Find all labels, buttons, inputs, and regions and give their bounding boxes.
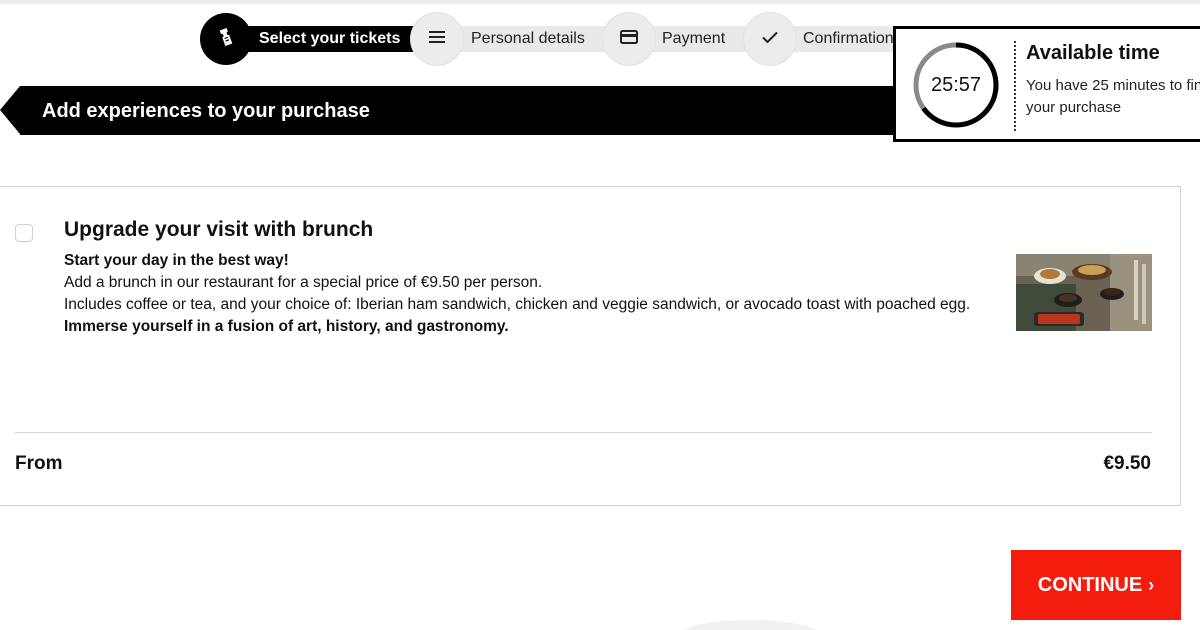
- continue-label: CONTINUE: [1037, 573, 1143, 596]
- product-tagline: Start your day in the best way!: [64, 252, 289, 269]
- ticket-icon: [215, 26, 237, 53]
- countdown-value: 25:57: [930, 73, 982, 96]
- step-label-select-tickets: Select your tickets: [259, 30, 401, 47]
- step-label-confirmation: Confirmation: [803, 30, 894, 47]
- section-title: Add experiences to your purchase: [42, 100, 370, 122]
- product-description-line-2: Includes coffee or tea, and your choice …: [64, 296, 971, 313]
- timer-title: Available time: [1026, 42, 1160, 64]
- step-payment[interactable]: [603, 13, 655, 65]
- banner-back-arrow: [0, 86, 20, 134]
- continue-button[interactable]: CONTINUE ›: [1011, 550, 1181, 620]
- product-title: Upgrade your visit with brunch: [64, 218, 374, 241]
- timer-divider: [1014, 41, 1016, 131]
- chevron-right-icon: ›: [1148, 574, 1155, 595]
- brunch-photo: [1016, 254, 1152, 331]
- step-label-personal-details: Personal details: [471, 30, 585, 47]
- product-description-line-1: Add a brunch in our restaurant for a spe…: [64, 274, 543, 291]
- price-value: €9.50: [1103, 453, 1151, 474]
- available-time-panel: 25:57 Available time You have 25 minutes…: [893, 26, 1200, 142]
- card-divider: [15, 432, 1152, 433]
- step-select-tickets[interactable]: [200, 13, 252, 65]
- step-personal-details[interactable]: [411, 13, 463, 65]
- product-description: Start your day in the best way! Add a br…: [64, 250, 984, 338]
- footer-decoration: [680, 620, 820, 630]
- price-from-label: From: [15, 453, 63, 474]
- step-label-payment: Payment: [662, 30, 726, 47]
- step-confirmation[interactable]: [744, 13, 796, 65]
- credit-card-icon: [619, 27, 639, 52]
- product-closing: Immerse yourself in a fusion of art, his…: [64, 318, 509, 335]
- menu-icon: [427, 27, 447, 52]
- brunch-checkbox[interactable]: [15, 224, 33, 242]
- timer-description: You have 25 minutes to finish your purch…: [1026, 77, 1200, 116]
- check-icon: [760, 27, 780, 52]
